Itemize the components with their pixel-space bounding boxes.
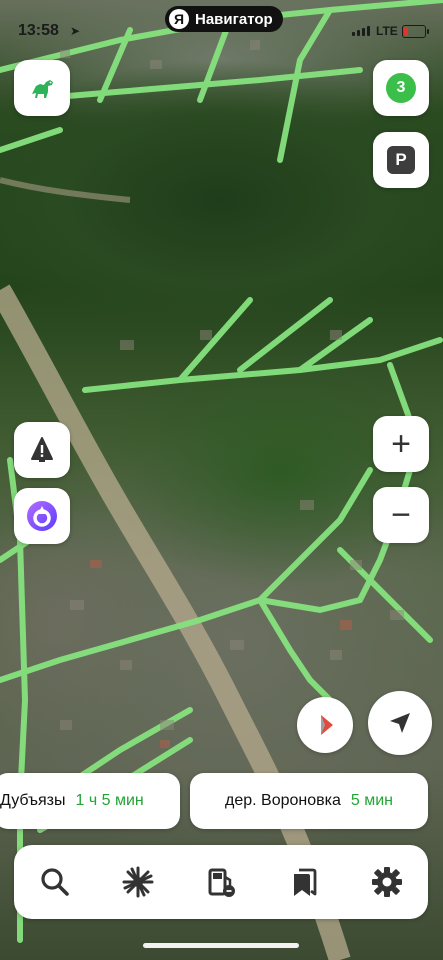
route-chip-dubyazy[interactable]: Дубъязы 1 ч 5 мин <box>0 773 180 829</box>
search-button[interactable] <box>27 854 83 910</box>
road-event-button[interactable] <box>14 422 70 478</box>
yandex-logo: Я <box>169 9 189 29</box>
route-chip-voronovka[interactable]: дер. Вороновка 5 мин <box>190 773 428 829</box>
route-duration: 1 ч 5 мин <box>75 792 144 809</box>
settings-icon <box>371 867 402 897</box>
bookmarks-button[interactable] <box>276 854 332 910</box>
my-location-button[interactable] <box>368 691 432 755</box>
search-icon <box>41 868 70 896</box>
alert-icon <box>31 437 53 462</box>
zoom-in-icon: + <box>391 425 411 463</box>
battery-icon <box>402 25 429 38</box>
status-time: 13:58 <box>18 22 59 39</box>
settings-button[interactable] <box>359 854 415 910</box>
location-services-icon: ➤ <box>70 24 81 38</box>
zoom-out-icon: − <box>391 496 411 534</box>
navigation-arrow-icon <box>390 713 410 733</box>
fuel-button[interactable] <box>193 854 249 910</box>
discovery-icon <box>122 866 154 898</box>
parking-icon: P <box>387 146 415 174</box>
bottom-toolbar <box>14 845 428 919</box>
app-title-pill: Я Навигатор <box>165 6 283 32</box>
zoom-in-button[interactable]: + <box>373 416 429 472</box>
route-destination: дер. Вороновка <box>225 792 341 809</box>
compass-button[interactable] <box>297 697 353 753</box>
signal-icon <box>352 26 370 36</box>
dino-button[interactable] <box>14 60 70 116</box>
network-type: LTE <box>376 24 398 38</box>
alice-icon <box>27 501 57 531</box>
compass-icon <box>321 715 333 735</box>
discovery-button[interactable] <box>110 854 166 910</box>
fuel-icon <box>208 868 235 897</box>
parking-button[interactable]: P <box>373 132 429 188</box>
route-duration: 5 мин <box>350 792 393 809</box>
dino-icon <box>32 80 53 98</box>
traffic-button[interactable]: 3 <box>373 60 429 116</box>
traffic-level-badge: 3 <box>386 73 416 103</box>
alice-button[interactable] <box>14 488 70 544</box>
zoom-out-button[interactable]: − <box>373 487 429 543</box>
bookmarks-icon <box>293 868 317 896</box>
home-indicator[interactable] <box>143 943 299 948</box>
app-title: Навигатор <box>195 10 273 28</box>
route-destination: Дубъязы <box>0 792 66 809</box>
